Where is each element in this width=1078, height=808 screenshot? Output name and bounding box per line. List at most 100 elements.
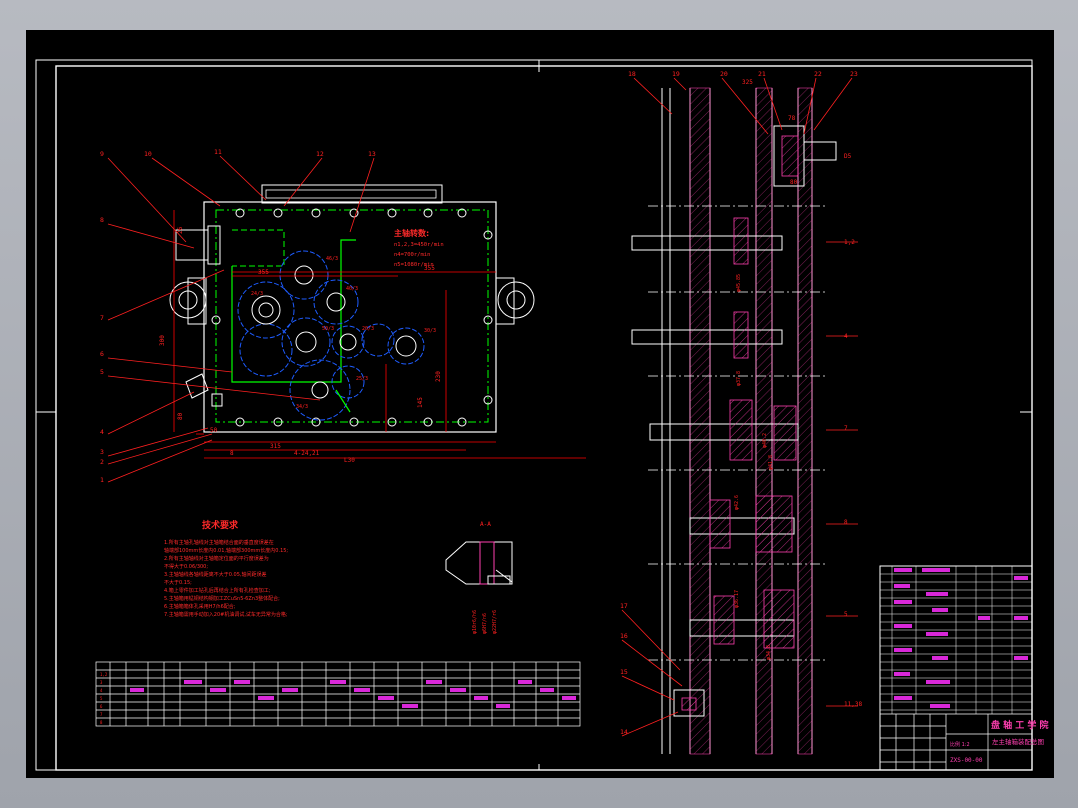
dim-top: 355: [258, 269, 269, 276]
tech-line-10: 7.主轴箱需用手动加入20#机油调试,试车无异常为合格;: [164, 611, 288, 618]
svg-text:3: 3: [100, 680, 103, 685]
svg-text:φ22H7/r6: φ22H7/r6: [492, 610, 498, 634]
balloon-7: 7: [100, 314, 104, 322]
tech-line-5: 3.主轴轴线各轴线距离不大于0.05,轴间距误差: [164, 571, 267, 578]
svg-text:7: 7: [100, 712, 103, 717]
side-label-2: 4: [844, 333, 848, 340]
balloon-22: 22: [814, 70, 822, 78]
svg-text:φ37.8: φ37.8: [736, 371, 742, 386]
dim-bottom-3: 4-24,21: [294, 450, 320, 457]
svg-text:5: 5: [100, 696, 103, 701]
title-subtitle: 左主轴箱装配总图: [992, 737, 1044, 746]
speed-3: n5=1080r/min: [394, 262, 434, 268]
svg-text:50/3: 50/3: [322, 326, 334, 332]
side-label-3: 7: [844, 425, 848, 432]
svg-text:24/3: 24/3: [251, 291, 263, 297]
dim-80: 80: [790, 179, 798, 186]
side-label-6: 11,38: [844, 701, 862, 708]
title-main: 盘 轴 工 学 院: [991, 719, 1049, 731]
balloon-1: 1: [100, 476, 104, 484]
tech-line-8: 5.主轴箱用锰铜结构钢加工ZCuSn5-6Zn3整体配合;: [164, 595, 280, 602]
balloon-10: 10: [144, 150, 152, 158]
svg-text:1,2: 1,2: [100, 672, 108, 677]
balloon-6: 6: [100, 350, 104, 358]
svg-text:8: 8: [100, 720, 103, 725]
dim-bottom-4: L30: [344, 457, 355, 464]
tech-line-6: 不大于0.15;: [164, 579, 192, 586]
tech-line-9: 6.主轴箱箱体孔采用H7/h6配合;: [164, 603, 236, 610]
svg-text:6: 6: [100, 704, 103, 709]
outer-frame: [35, 59, 1033, 771]
speed-2: n4=700r/min: [394, 252, 430, 258]
cad-drawing: 46/340/3 24/350/3 20/3 30/3 25/334/3 355 …: [35, 59, 1049, 771]
balloon-5: 5: [100, 368, 104, 376]
svg-text:φ40.2: φ40.2: [762, 433, 768, 448]
balloon-14: 14: [620, 728, 628, 736]
svg-text:φ42.6: φ42.6: [734, 495, 740, 510]
side-label-1: 1,2: [844, 239, 855, 246]
svg-text:φ10r6/h6: φ10r6/h6: [472, 610, 478, 634]
balloon-2: 2: [100, 458, 104, 466]
tech-line-7: 4.箱上零件加工钻孔后再结合上所有孔检查加工;: [164, 587, 271, 594]
svg-text:34/3: 34/3: [296, 404, 308, 410]
svg-text:φ6H7/n6: φ6H7/n6: [482, 613, 488, 634]
svg-text:30/3: 30/3: [424, 328, 436, 334]
border-frame: [55, 65, 1033, 771]
balloon-8: 8: [100, 216, 104, 224]
balloon-15: 15: [620, 668, 628, 676]
svg-text:φ41.8: φ41.8: [768, 455, 774, 470]
balloon-16: 16: [620, 632, 628, 640]
balloon-21: 21: [758, 70, 766, 78]
svg-text:4: 4: [100, 688, 103, 693]
tech-line-4: 不得大于0.06/300;: [164, 563, 208, 570]
svg-text:φ36.17: φ36.17: [734, 590, 740, 608]
tech-line-3: 2.所有主轴轴线对主轴箱定位面的平行度误差为: [164, 555, 269, 562]
balloon-19: 19: [672, 70, 680, 78]
title-block: 盘 轴 工 学 院 左主轴箱装配总图 ZXS-00-00 比例 1:2: [879, 565, 1049, 771]
dim-bottom-1: 315: [270, 443, 281, 450]
tech-line-1: 1.所有主轴孔轴线对主轴箱结合面的垂直度误差在: [164, 539, 274, 546]
drawing-number: ZXS-00-00: [950, 757, 983, 764]
tech-title: 技术要求: [202, 519, 239, 531]
svg-text:φ45.85: φ45.85: [736, 274, 742, 292]
side-label-5: 5: [844, 611, 848, 618]
side-view: φ45.85 φ37.8 φ40.2 φ41.8 φ42.6 φ36.17 φ3…: [620, 70, 862, 755]
balloon-13: 13: [368, 150, 376, 158]
svg-text:46/3: 46/3: [326, 256, 338, 262]
bottom-spindle-table: [95, 661, 581, 727]
workspace-frame: 46/3 40/3 24/3 50/3 20/3 30/3 25/3 34/3 355 …: [0, 0, 1078, 808]
svg-text:20/3: 20/3: [362, 326, 374, 332]
balloon-18: 18: [628, 70, 636, 78]
side-label-4: 8: [844, 519, 848, 526]
balloon-3: 3: [100, 448, 104, 456]
table-row-numbers: 1,2 3 4 5 6 7 8: [100, 672, 108, 725]
speed-1: n1,2,3=450r/min: [394, 242, 444, 248]
dim-small-2: 80: [177, 412, 184, 420]
balloon-20: 20: [720, 70, 728, 78]
balloon-17: 17: [620, 602, 628, 610]
dim-d5: D5: [844, 153, 852, 160]
dim-left: 300: [159, 335, 166, 346]
dim-mid: 145: [417, 397, 424, 408]
section-a-a: A-A φ10r6/h6 φ6H7/n6 φ22H7/r6: [445, 521, 513, 634]
section-label: A-A: [480, 521, 491, 528]
balloon-9: 9: [100, 150, 104, 158]
scale-note: 比例 1:2: [950, 741, 970, 748]
tech-line-2: 轴端部100mm长度内0.01,轴端部300mm长度内0.15;: [164, 547, 288, 554]
svg-text:25/3: 25/3: [356, 376, 368, 382]
balloon-12: 12: [316, 150, 324, 158]
tech-requirements: 技术要求 1.所有主轴孔轴线对主轴箱结合面的垂直度误差在 轴端部100mm长度内…: [164, 519, 288, 618]
dim-325: 325: [742, 79, 753, 86]
front-view: 46/340/3 24/350/3 20/3 30/3 25/334/3 355 …: [100, 148, 586, 484]
balloon-4: 4: [100, 428, 104, 436]
dim-bottom-2: 8: [230, 450, 234, 457]
spindle-speeds-title: 主轴转数:: [394, 228, 429, 238]
balloon-11: 11: [214, 148, 222, 156]
svg-text:φ34.8: φ34.8: [766, 645, 772, 660]
dim-78: 78: [788, 115, 796, 122]
balloon-23: 23: [850, 70, 858, 78]
drawing-canvas[interactable]: 46/3 40/3 24/3 50/3 20/3 30/3 25/3 34/3 355 …: [26, 30, 1054, 778]
svg-text:40/3: 40/3: [346, 286, 358, 292]
dim-small-1: 50: [210, 427, 218, 434]
dim-right: 230: [435, 371, 442, 382]
